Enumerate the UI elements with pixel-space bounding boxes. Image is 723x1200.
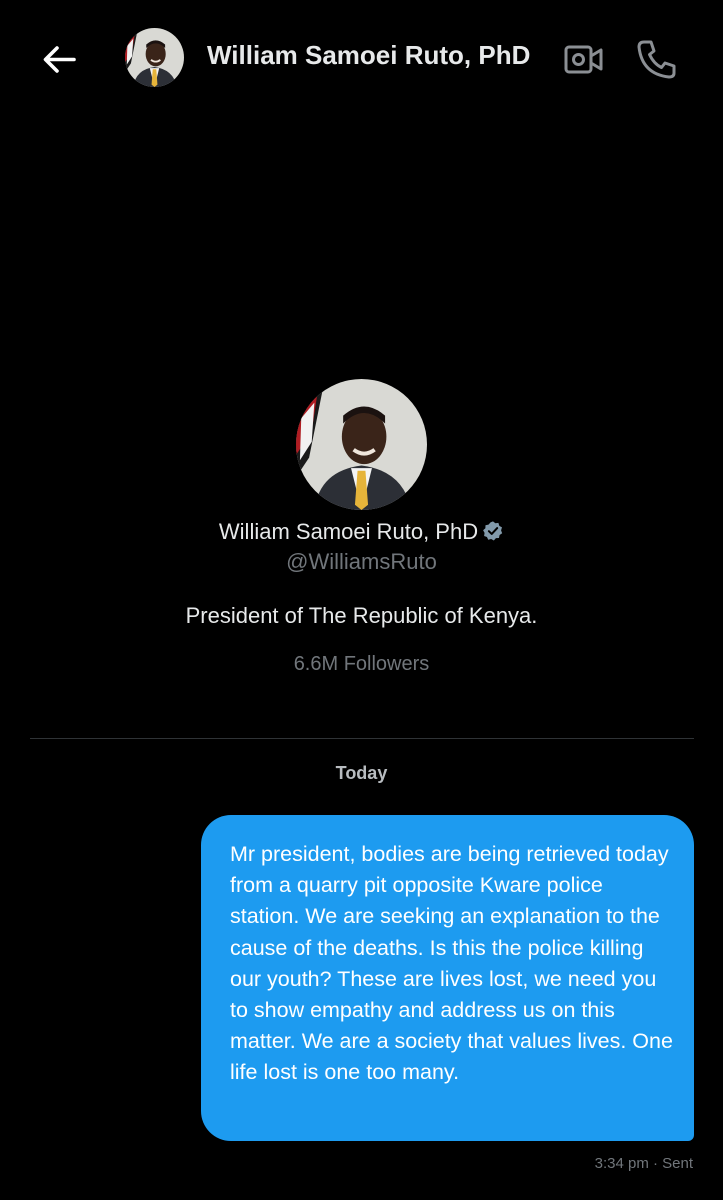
date-separator: Today xyxy=(335,763,388,783)
message-text: Mr president, bodies are being retrieved… xyxy=(230,842,673,1085)
header-title: William Samoei Ruto, PhD xyxy=(207,40,531,70)
verified-badge-icon xyxy=(483,521,503,541)
profile-handle[interactable]: @WilliamsRuto xyxy=(0,549,723,575)
voice-call-button[interactable] xyxy=(634,36,680,82)
back-button[interactable] xyxy=(38,38,82,82)
video-call-button[interactable] xyxy=(562,38,606,82)
profile-name[interactable]: William Samoei Ruto, PhD xyxy=(219,519,478,544)
message-bubble[interactable]: Mr president, bodies are being retrieved… xyxy=(201,815,694,1141)
profile-avatar[interactable] xyxy=(296,379,427,510)
avatar-image xyxy=(296,379,427,510)
profile-bio: President of The Republic of Kenya. xyxy=(185,603,538,628)
avatar-image xyxy=(125,28,184,87)
conversation-header: William Samoei Ruto, PhD xyxy=(0,0,723,118)
message-timestamp-status: 3:34 pm · Sent xyxy=(594,1155,693,1172)
video-camera-icon xyxy=(564,45,603,74)
arrow-left-icon xyxy=(43,46,76,73)
divider xyxy=(30,738,694,739)
phone-icon xyxy=(637,40,676,79)
profile-name-row: William Samoei Ruto, PhD xyxy=(0,519,723,545)
header-avatar[interactable] xyxy=(125,28,184,87)
followers-count[interactable]: 6.6M Followers xyxy=(0,653,723,676)
